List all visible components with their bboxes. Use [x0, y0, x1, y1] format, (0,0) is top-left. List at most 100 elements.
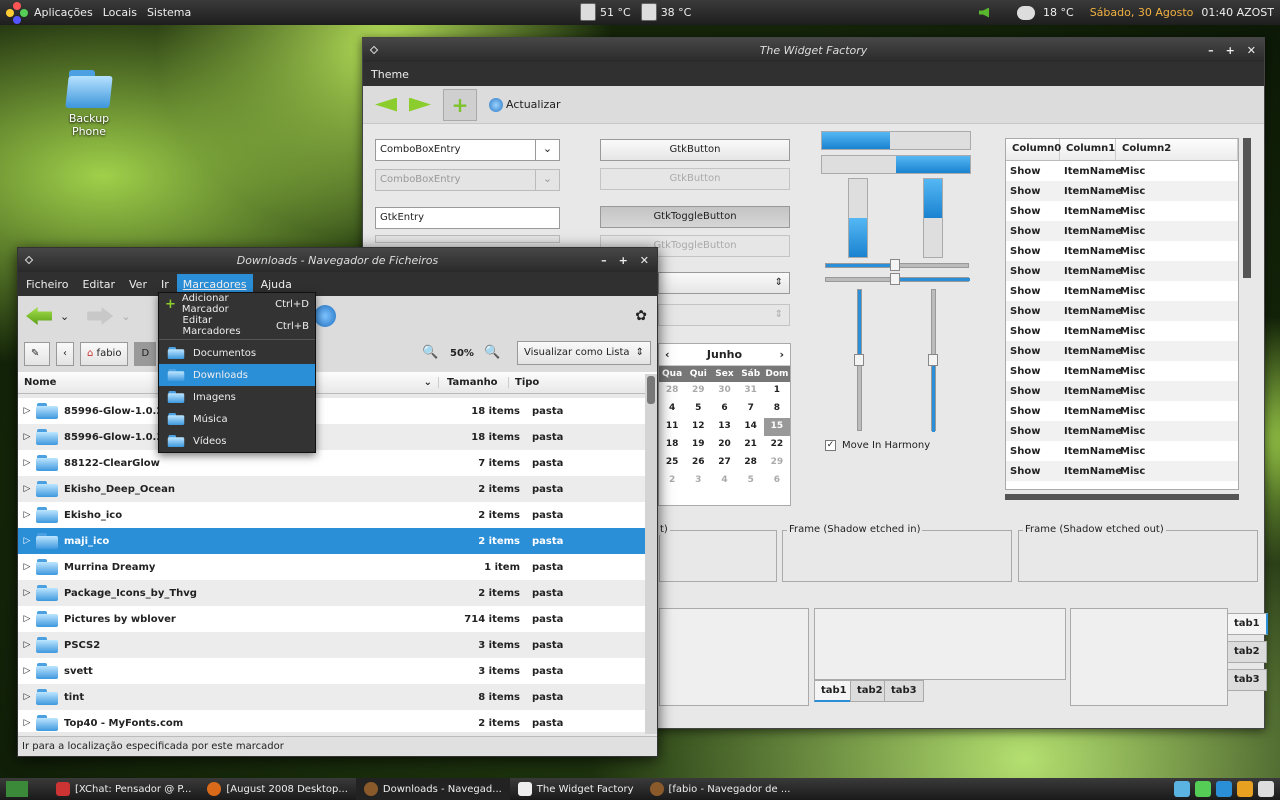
- path-downloads-button[interactable]: D: [134, 342, 157, 366]
- prev-month-icon[interactable]: ‹: [665, 348, 670, 361]
- clock[interactable]: 01:40 AZOST: [1201, 6, 1274, 19]
- h-slider-2-knob[interactable]: [890, 273, 900, 285]
- file-row[interactable]: ▷ svett 3 items pasta: [18, 658, 646, 684]
- calendar-day[interactable]: 30: [711, 382, 737, 400]
- tree-scrollbar[interactable]: [1243, 138, 1251, 278]
- v-slider-1-knob[interactable]: [854, 354, 864, 366]
- menu-places[interactable]: Locais: [103, 6, 137, 19]
- file-row[interactable]: ▷ Top40 - MyFonts.com 2 items pasta: [18, 710, 646, 732]
- calendar-day[interactable]: 26: [685, 454, 711, 472]
- combo-box[interactable]: ⇕: [658, 272, 790, 294]
- expander-icon[interactable]: ▷: [18, 536, 36, 546]
- expander-icon[interactable]: ▷: [18, 666, 36, 676]
- maximize-icon[interactable]: +: [1226, 44, 1235, 57]
- menu-go[interactable]: Ir: [161, 278, 169, 291]
- calendar-day[interactable]: 1: [764, 382, 790, 400]
- gtk-entry[interactable]: GtkEntry: [375, 207, 560, 229]
- tree-row[interactable]: Show ItemName Misc: [1006, 241, 1238, 261]
- file-row[interactable]: ▷ maji_ico 2 items pasta: [18, 528, 646, 554]
- gtk-toggle-button[interactable]: GtkToggleButton: [600, 206, 790, 228]
- expander-icon[interactable]: ▷: [18, 562, 36, 572]
- tree-row[interactable]: Show ItemName Misc: [1006, 281, 1238, 301]
- messenger-icon[interactable]: [1195, 781, 1211, 797]
- file-row[interactable]: ▷ Ekisho_Deep_Ocean 2 items pasta: [18, 476, 646, 502]
- file-row[interactable]: ▷ Ekisho_ico 2 items pasta: [18, 502, 646, 528]
- vtab-2[interactable]: tab2: [1227, 641, 1267, 663]
- expander-icon[interactable]: ▷: [18, 640, 36, 650]
- calendar-day[interactable]: 21: [738, 436, 764, 454]
- menu-system[interactable]: Sistema: [147, 6, 191, 19]
- file-row[interactable]: ▷ Pictures by wblover 714 items pasta: [18, 606, 646, 632]
- task-downloads[interactable]: Downloads - Navegad...: [355, 778, 510, 800]
- search-icon[interactable]: [314, 305, 337, 327]
- tree-row[interactable]: Show ItemName Misc: [1006, 401, 1238, 421]
- tree-row[interactable]: Show ItemName Misc: [1006, 261, 1238, 281]
- menu-file[interactable]: Ficheiro: [26, 278, 68, 291]
- calendar-day[interactable]: 5: [738, 472, 764, 490]
- view-mode-select[interactable]: Visualizar como Lista ⇕: [517, 341, 651, 365]
- calendar-day[interactable]: 6: [711, 400, 737, 418]
- expander-icon[interactable]: ▷: [18, 406, 36, 416]
- calendar-day[interactable]: 28: [738, 454, 764, 472]
- show-desktop-icon[interactable]: [6, 781, 28, 797]
- calendar-day[interactable]: 22: [764, 436, 790, 454]
- gtk-button[interactable]: GtkButton: [600, 139, 790, 161]
- tree-view[interactable]: Column0 Column1 Column2 Show ItemName Misc…: [1005, 138, 1239, 490]
- date-label[interactable]: Sábado, 30 Agosto: [1090, 6, 1194, 19]
- close-icon[interactable]: ✕: [640, 254, 649, 267]
- calendar-day[interactable]: 5: [685, 400, 711, 418]
- file-row[interactable]: ▷ 85996-Glow-1.0.2 18 items pasta: [18, 398, 646, 424]
- expander-icon[interactable]: ▷: [18, 510, 36, 520]
- volume-icon[interactable]: [979, 7, 990, 18]
- tools-icon[interactable]: [1237, 781, 1253, 797]
- minimize-icon[interactable]: –: [601, 254, 607, 267]
- zoom-in-icon[interactable]: 🔍: [484, 345, 500, 360]
- h-slider-1-knob[interactable]: [890, 259, 900, 271]
- file-row[interactable]: ▷ tint 8 items pasta: [18, 684, 646, 710]
- users-icon[interactable]: [1174, 781, 1190, 797]
- col-type[interactable]: Tipo: [508, 377, 539, 388]
- next-month-icon[interactable]: ›: [779, 348, 784, 361]
- calendar-day[interactable]: 14: [738, 418, 764, 436]
- calendar-day[interactable]: 11: [659, 418, 685, 436]
- menu-applications[interactable]: Aplicações: [34, 6, 93, 19]
- bookmark-item[interactable]: Imagens: [159, 386, 315, 408]
- task-widget-factory[interactable]: The Widget Factory: [510, 778, 642, 800]
- menu-edit-bookmarks[interactable]: Editar Marcadores Ctrl+B: [159, 315, 315, 337]
- calendar-day[interactable]: 3: [685, 472, 711, 490]
- bookmark-item[interactable]: Música: [159, 408, 315, 430]
- file-row[interactable]: ▷ 85996-Glow-1.0.3 18 items pasta: [18, 424, 646, 450]
- tree-row[interactable]: Show ItemName Misc: [1006, 461, 1238, 481]
- fm-titlebar[interactable]: Downloads - Navegador de Ficheiros – + ✕: [18, 248, 657, 272]
- calendar-day[interactable]: 19: [685, 436, 711, 454]
- music-icon[interactable]: [1216, 781, 1232, 797]
- add-button[interactable]: +: [443, 88, 477, 121]
- file-row[interactable]: ▷ Murrina Dreamy 1 item pasta: [18, 554, 646, 580]
- calendar-day[interactable]: 7: [738, 400, 764, 418]
- back-history-chevron-icon[interactable]: ⌄: [60, 310, 69, 323]
- bookmark-item[interactable]: Vídeos: [159, 430, 315, 452]
- tree-row[interactable]: Show ItemName Misc: [1006, 301, 1238, 321]
- task-xchat[interactable]: [XChat: Pensador @ P...: [48, 778, 199, 800]
- menu-help[interactable]: Ajuda: [261, 278, 292, 291]
- calendar-day[interactable]: 27: [711, 454, 737, 472]
- tree-row[interactable]: Show ItemName Misc: [1006, 421, 1238, 441]
- calendar-day[interactable]: 13: [711, 418, 737, 436]
- menu-theme[interactable]: Theme: [371, 68, 409, 81]
- calendar-day[interactable]: 31: [738, 382, 764, 400]
- sensors-applet[interactable]: 51 °C 38 °C: [580, 3, 691, 21]
- tree-row[interactable]: Show ItemName Misc: [1006, 181, 1238, 201]
- task-fabio[interactable]: [fabio - Navegador de ...: [642, 778, 799, 800]
- calendar-day[interactable]: 18: [659, 436, 685, 454]
- expander-icon[interactable]: ▷: [18, 692, 36, 702]
- minimize-icon[interactable]: –: [1208, 44, 1214, 57]
- expander-icon[interactable]: ▷: [18, 458, 36, 468]
- calendar-day[interactable]: 20: [711, 436, 737, 454]
- zoom-out-icon[interactable]: 🔍: [422, 345, 438, 360]
- bookmark-item[interactable]: Downloads: [159, 364, 315, 386]
- back-icon[interactable]: [375, 97, 397, 112]
- file-row[interactable]: ▷ 88122-ClearGlow 7 items pasta: [18, 450, 646, 476]
- calendar-day[interactable]: 15: [763, 418, 790, 436]
- file-list-scrollbar[interactable]: [645, 374, 657, 734]
- calendar-day[interactable]: 25: [659, 454, 685, 472]
